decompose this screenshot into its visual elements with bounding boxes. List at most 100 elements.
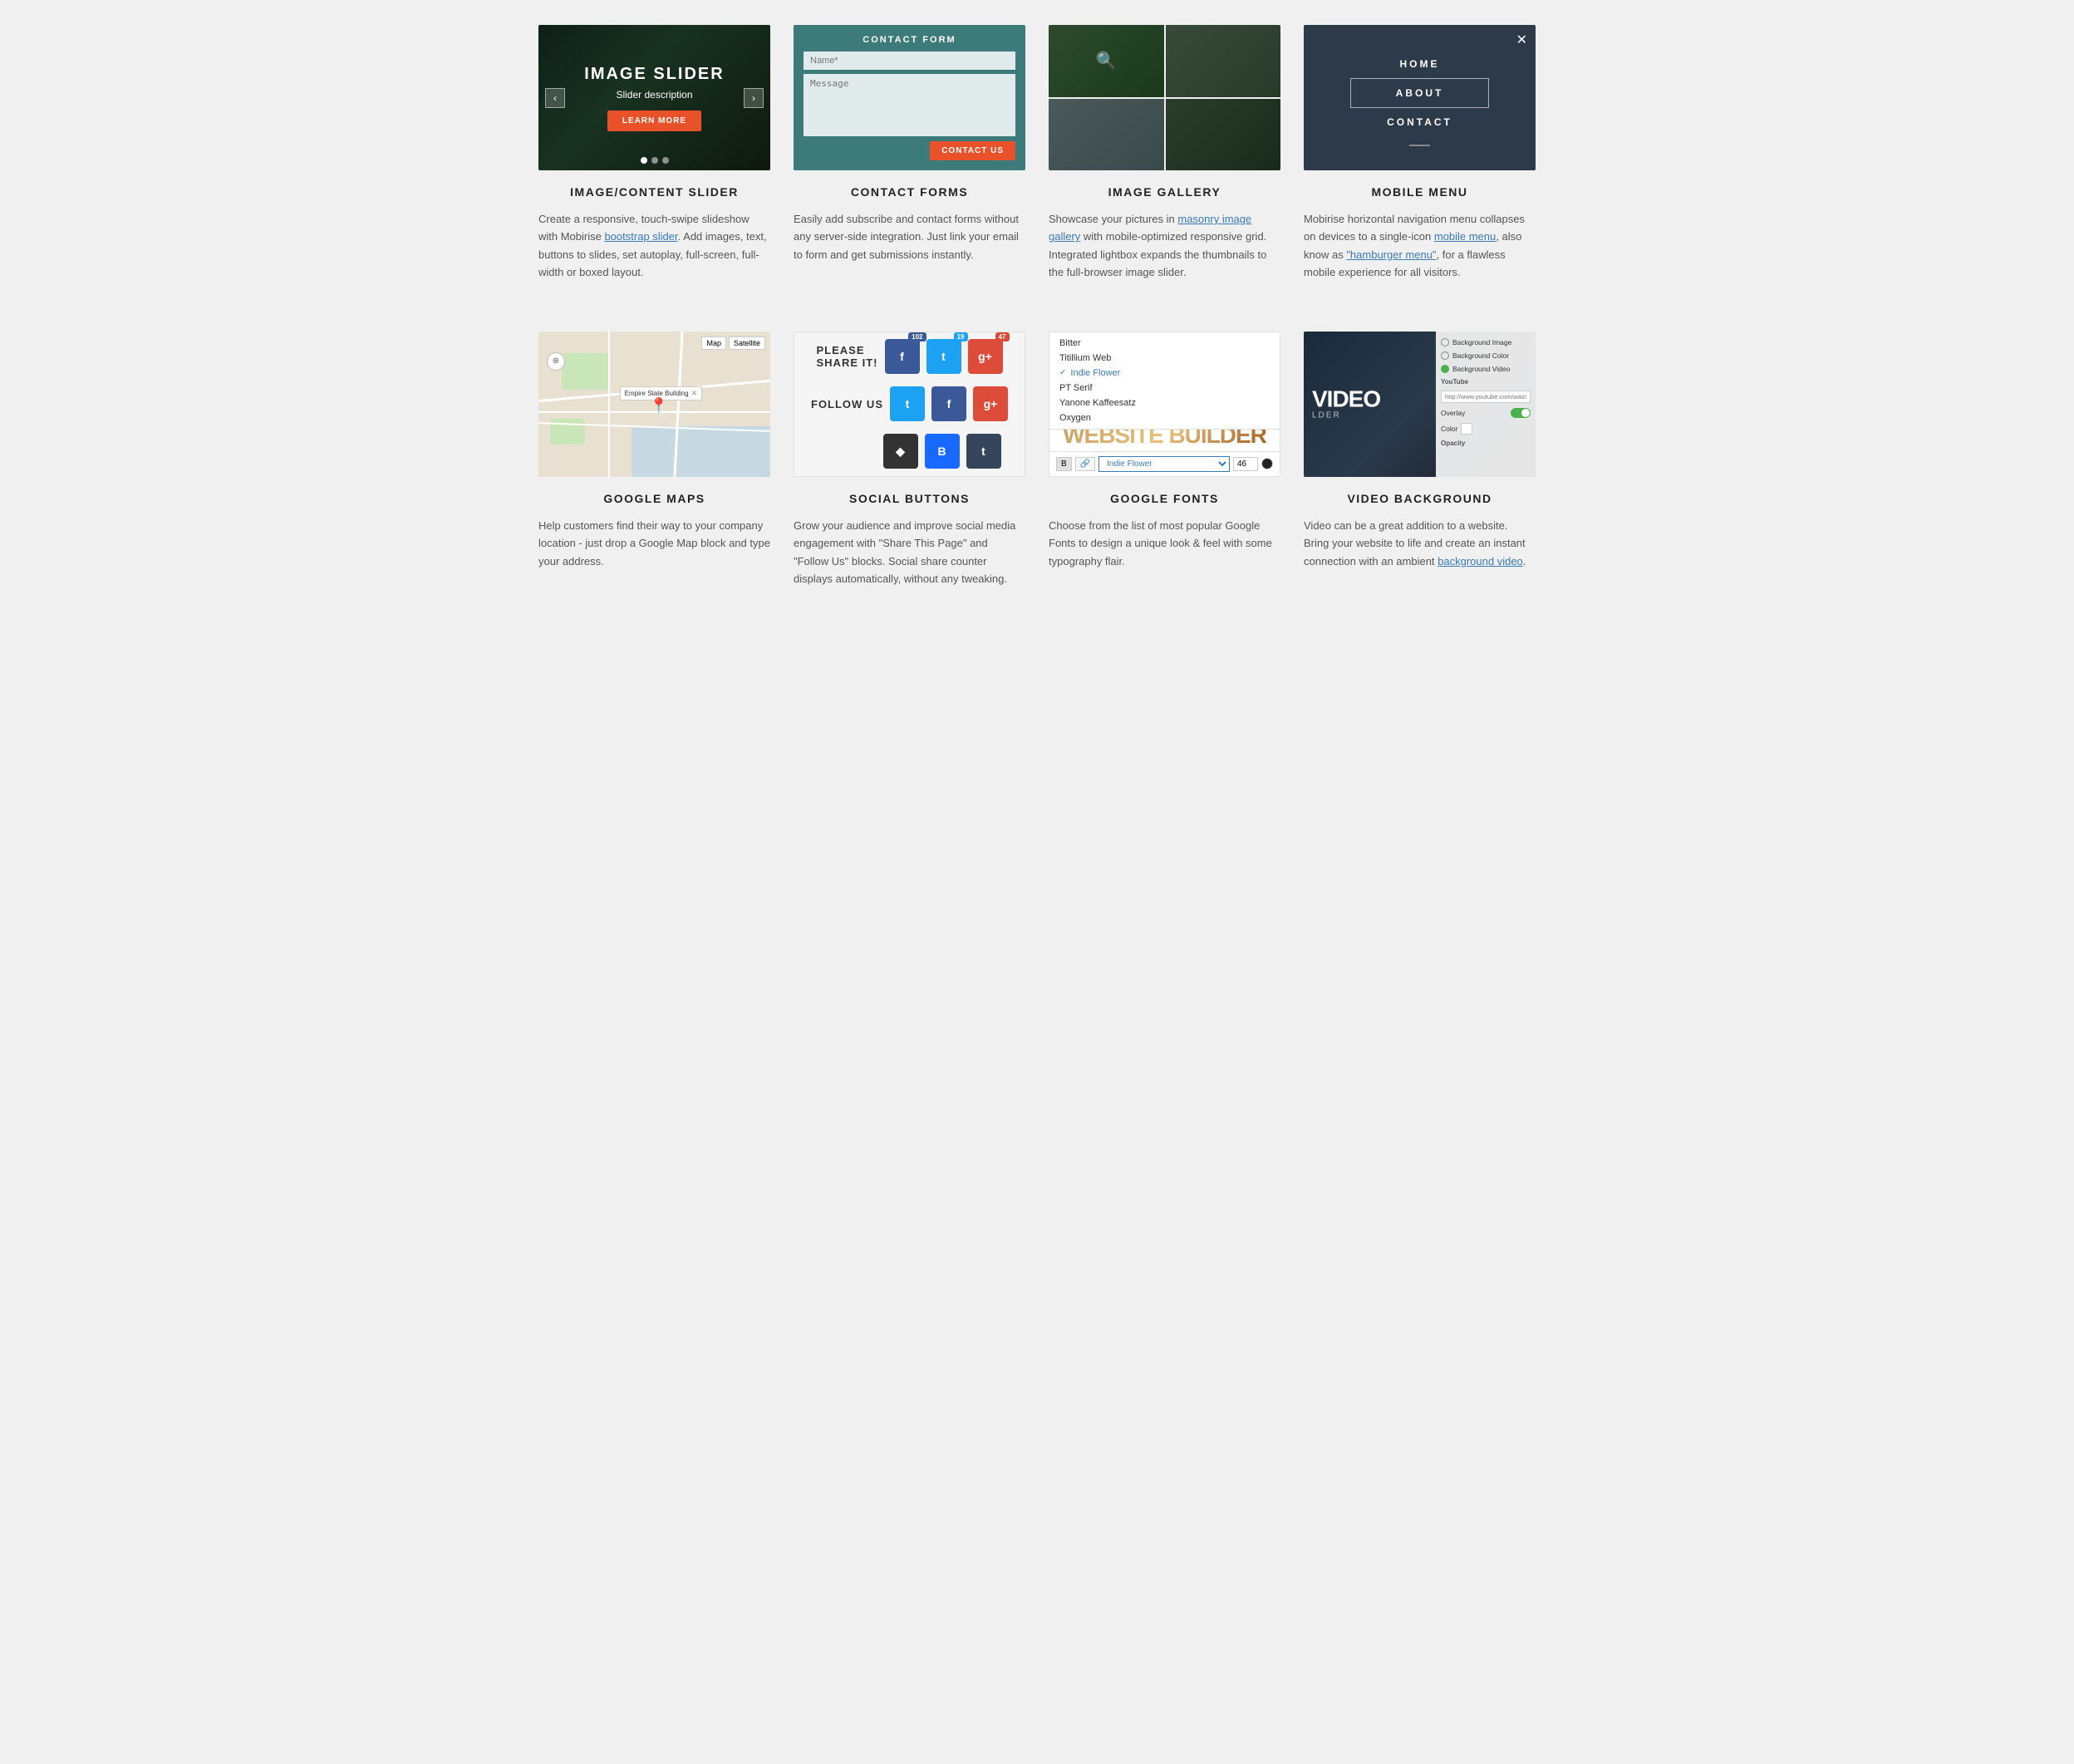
video-subtitle-text: LDER: [1312, 411, 1380, 420]
mobile-menu-link[interactable]: mobile menu: [1434, 230, 1496, 243]
card-image-slider-preview: ‹ IMAGE SLIDER Slider description LEARN …: [538, 25, 770, 170]
social-be-button[interactable]: B: [925, 434, 960, 469]
gallery-preview-bg: 🔍: [1049, 25, 1280, 170]
video-opacity-label: Opacity: [1441, 440, 1531, 447]
card-gallery-preview: 🔍: [1049, 25, 1280, 170]
card-mobile-menu-preview: ✕ HOME ABOUT CONTACT: [1304, 25, 1536, 170]
maps-park-1: [562, 353, 608, 390]
social-tw-share-button[interactable]: t 19: [926, 339, 961, 374]
fonts-item-bitter[interactable]: Bitter: [1049, 336, 1280, 351]
gallery-cell-2: [1166, 25, 1281, 97]
fonts-item-titillium[interactable]: Titillium Web: [1049, 351, 1280, 366]
bootstrap-slider-link[interactable]: bootstrap slider: [604, 230, 677, 243]
video-radio-bg-color[interactable]: [1441, 351, 1449, 360]
card-fonts-preview: Bitter Titillium Web ✓ Indie Flower PT S…: [1049, 332, 1280, 477]
card-contact-title: CONTACT FORMS: [794, 185, 1025, 199]
social-follow-row: FOLLOW US t f g+: [811, 386, 1008, 421]
social-follow-label: FOLLOW US: [811, 398, 883, 410]
slider-learn-more-button[interactable]: LEARN MORE: [607, 111, 701, 131]
slider-dots: [641, 157, 669, 164]
card-gallery-title: IMAGE GALLERY: [1049, 185, 1280, 199]
gallery-search-icon: 🔍: [1096, 51, 1117, 71]
contact-name-input[interactable]: [804, 52, 1015, 70]
social-fb-share-button[interactable]: f 102: [885, 339, 920, 374]
video-color-row: Color: [1441, 423, 1531, 435]
video-settings-panel: Background Image Background Color Backgr…: [1436, 332, 1536, 477]
video-radio-bg-image[interactable]: [1441, 338, 1449, 346]
fonts-item-ptserif[interactable]: PT Serif: [1049, 381, 1280, 396]
maps-compass-icon: ⊕: [547, 352, 565, 371]
card-google-maps: Map Satellite ⊕ Empire State Building ✕ …: [538, 332, 770, 588]
video-overlay-label: Overlay: [1441, 409, 1465, 417]
fonts-bold-button[interactable]: B: [1056, 457, 1072, 471]
contact-submit-button[interactable]: CONTACT US: [930, 141, 1015, 160]
video-option-bg-image: Background Image: [1441, 338, 1531, 346]
video-label-bg-video: Background Video: [1452, 365, 1510, 373]
fonts-color-picker[interactable]: [1261, 458, 1273, 469]
card-social-buttons: PLEASESHARE IT! f 102 t 19 g+ 47 F: [794, 332, 1025, 588]
card-image-gallery: 🔍 IMAGE GALLERY Showcase your pictures i…: [1049, 25, 1280, 282]
card-contact-forms-preview: CONTACT FORM CONTACT US: [794, 25, 1025, 170]
fonts-preview-area: WEBSITE BUILDER: [1049, 430, 1280, 451]
fonts-font-select[interactable]: Indie Flower: [1098, 456, 1230, 472]
card-gallery-desc: Showcase your pictures in masonry image …: [1049, 210, 1280, 282]
fonts-item-indie[interactable]: ✓ Indie Flower: [1049, 366, 1280, 381]
fonts-item-yanone[interactable]: Yanone Kaffeesatz: [1049, 396, 1280, 410]
video-color-swatch[interactable]: [1461, 423, 1472, 435]
mobile-menu-item-contact[interactable]: CONTACT: [1350, 108, 1489, 136]
slider-dot-2[interactable]: [651, 157, 658, 164]
card-video-desc: Video can be a great addition to a websi…: [1304, 517, 1536, 570]
background-video-link[interactable]: background video: [1438, 555, 1523, 568]
video-label-bg-color: Background Color: [1452, 351, 1509, 360]
card-social-title: SOCIAL BUTTONS: [794, 492, 1025, 505]
maps-satellite-button[interactable]: Satellite: [729, 337, 765, 350]
mobile-menu-preview-bg: ✕ HOME ABOUT CONTACT: [1304, 25, 1536, 170]
social-share-row: PLEASESHARE IT! f 102 t 19 g+ 47: [817, 339, 1003, 374]
hamburger-menu-link[interactable]: "hamburger menu": [1346, 248, 1436, 261]
fonts-toolbar: B 🔗 Indie Flower: [1049, 451, 1280, 476]
mobile-menu-item-home[interactable]: HOME: [1350, 50, 1489, 78]
video-option-bg-color: Background Color: [1441, 351, 1531, 360]
maps-pin-icon: 📍: [650, 397, 668, 415]
video-youtube-label: YouTube: [1441, 378, 1531, 386]
card-image-slider: ‹ IMAGE SLIDER Slider description LEARN …: [538, 25, 770, 282]
social-tw-count: 19: [954, 332, 968, 341]
card-maps-desc: Help customers find their way to your co…: [538, 517, 770, 570]
social-tw-follow-button[interactable]: t: [890, 386, 925, 421]
slider-dot-3[interactable]: [662, 157, 669, 164]
video-radio-bg-video[interactable]: [1441, 365, 1449, 373]
social-gh-button[interactable]: ◆: [883, 434, 918, 469]
contact-form-preview-title: CONTACT FORM: [804, 35, 1015, 45]
video-overlay-toggle[interactable]: [1511, 408, 1531, 418]
contact-message-input[interactable]: [804, 74, 1015, 136]
maps-label-close-icon[interactable]: ✕: [691, 389, 698, 398]
social-fb-follow-button[interactable]: f: [931, 386, 966, 421]
social-gp-count: 47: [995, 332, 1010, 341]
slider-prev-arrow[interactable]: ‹: [545, 88, 565, 108]
mobile-menu-divider: [1409, 145, 1430, 146]
mobile-menu-item-about[interactable]: ABOUT: [1350, 78, 1489, 108]
social-tm-button[interactable]: t: [966, 434, 1001, 469]
social-gp-follow-button[interactable]: g+: [973, 386, 1008, 421]
masonry-link[interactable]: masonry image gallery: [1049, 213, 1251, 243]
gallery-cell-4: [1166, 99, 1281, 171]
mobile-menu-close-icon[interactable]: ✕: [1516, 32, 1527, 48]
fonts-link-button[interactable]: 🔗: [1075, 457, 1095, 471]
slider-dot-1[interactable]: [641, 157, 647, 164]
card-slider-desc: Create a responsive, touch-swipe slidesh…: [538, 210, 770, 282]
video-text-overlay: VIDEO LDER: [1312, 388, 1380, 420]
gallery-cell-3: [1049, 99, 1164, 171]
slider-next-arrow[interactable]: ›: [744, 88, 764, 108]
fonts-preview-text: WEBSITE BUILDER: [1063, 430, 1266, 447]
video-color-label: Color: [1441, 425, 1457, 433]
social-gp-share-button[interactable]: g+ 47: [968, 339, 1003, 374]
maps-toolbar: Map Satellite: [701, 337, 765, 350]
video-youtube-input[interactable]: [1441, 391, 1531, 403]
maps-map-button[interactable]: Map: [701, 337, 726, 350]
fonts-item-oxygen[interactable]: Oxygen: [1049, 410, 1280, 425]
fonts-preview-bg: Bitter Titillium Web ✓ Indie Flower PT S…: [1049, 332, 1280, 477]
fonts-size-input[interactable]: [1233, 457, 1258, 471]
video-title-text: VIDEO: [1312, 388, 1380, 411]
slider-preview-bg: ‹ IMAGE SLIDER Slider description LEARN …: [538, 25, 770, 170]
card-video-preview: VIDEO LDER Background Image Background C…: [1304, 332, 1536, 477]
